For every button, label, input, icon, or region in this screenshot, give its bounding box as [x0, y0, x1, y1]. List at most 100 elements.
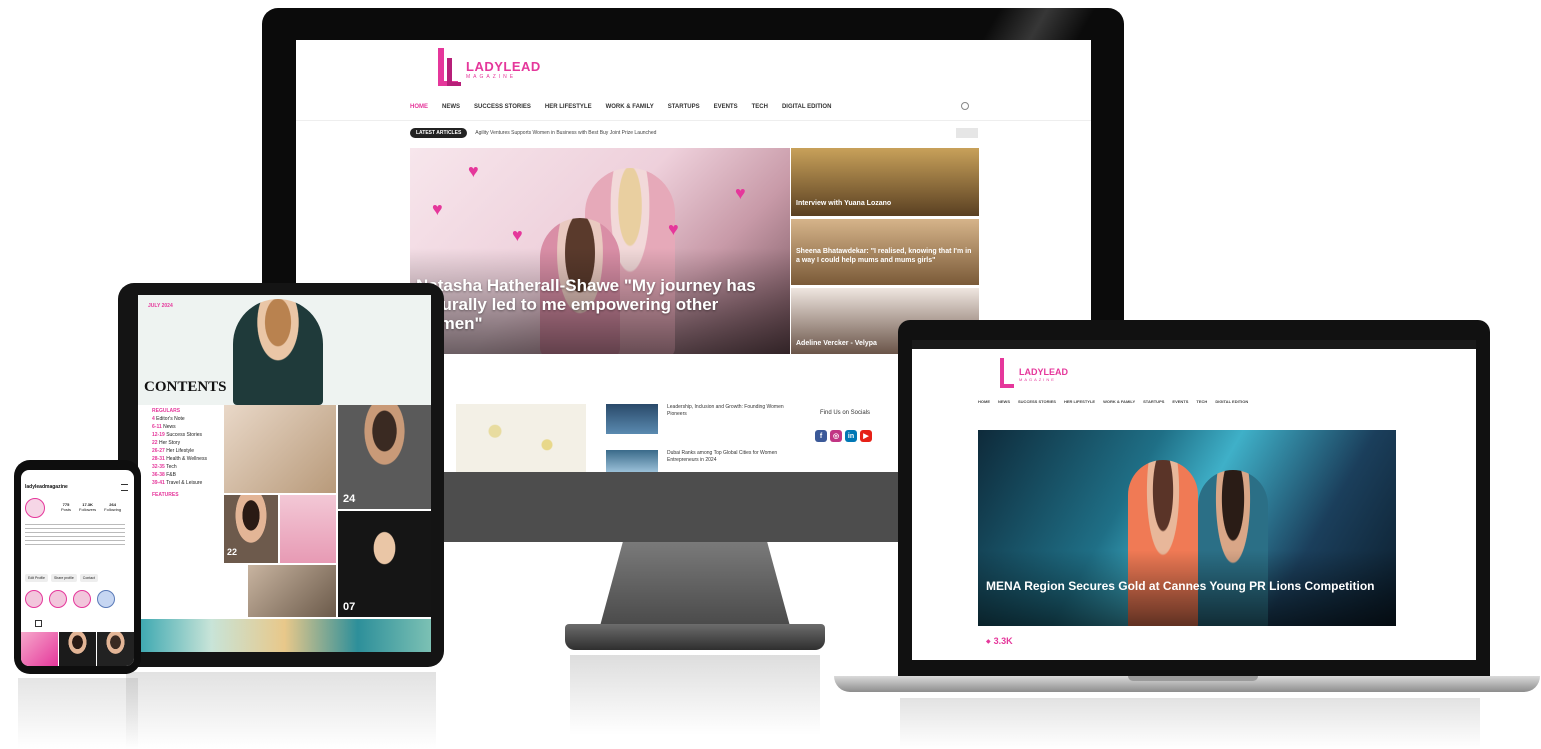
side-card[interactable]: Sheena Bhatawdekar: "I realised, knowing… — [791, 219, 979, 285]
nav-digital-edition[interactable]: DIGITAL EDITION — [782, 104, 831, 110]
laptop-logo[interactable]: LADYLEAD MAGAZINE — [1000, 358, 1068, 388]
toc-item[interactable]: 22 Her Story — [152, 439, 224, 447]
cover-person — [233, 299, 323, 405]
nav-her-lifestyle[interactable]: HER LIFESTYLE — [545, 104, 592, 110]
issue-label: JULY 2024 — [148, 303, 173, 309]
logo-sub: MAGAZINE — [466, 74, 517, 80]
stat-following[interactable]: 264 Following — [104, 502, 121, 512]
toc-section: REGULARS — [152, 408, 181, 414]
ticker-arrows[interactable] — [956, 128, 978, 138]
highlight-circle[interactable] — [97, 590, 115, 608]
toc-item[interactable]: 26-27 Her Lifestyle — [152, 447, 224, 455]
laptop-hero[interactable]: MENA Region Secures Gold at Cannes Young… — [978, 430, 1396, 626]
nav-startups[interactable]: STARTUPS — [1143, 399, 1164, 404]
highlight-circle[interactable] — [73, 590, 91, 608]
page-number: 22 — [227, 547, 238, 557]
facebook-icon[interactable]: f — [815, 430, 827, 442]
nav-startups[interactable]: STARTUPS — [668, 104, 700, 110]
phone-reflection — [18, 678, 138, 749]
hero-article[interactable]: ♥ ♥ ♥ ♥ ♥ Natasha Hatherall-Shawe "My jo… — [410, 148, 790, 354]
toc-photo[interactable] — [224, 405, 336, 493]
youtube-icon[interactable]: ▶ — [860, 430, 872, 442]
monitor-stand-base — [565, 624, 825, 650]
contents-heading: CONTENTS — [144, 379, 227, 395]
menu-icon[interactable] — [121, 484, 128, 491]
share-count: ◆ 3.3K — [986, 636, 1013, 646]
heart-icon: ♥ — [668, 219, 679, 239]
laptop-notch — [1128, 676, 1258, 681]
nav-divider — [296, 120, 1091, 121]
grid-tab-icon[interactable] — [35, 620, 42, 627]
nav-tech[interactable]: TECH — [1196, 399, 1207, 404]
laptop-nav: HOME NEWS SUCCESS STORIES HER LIFESTYLE … — [978, 399, 1248, 404]
social-row: f ◎ in ▶ — [815, 430, 872, 442]
nav-success-stories[interactable]: SUCCESS STORIES — [1018, 399, 1056, 404]
heart-icon: ♥ — [735, 183, 746, 203]
nav-news[interactable]: NEWS — [442, 104, 460, 110]
toc-item[interactable]: 28-31 Health & Wellness — [152, 455, 224, 463]
laptop-reflection — [900, 698, 1480, 749]
article-thumb[interactable] — [606, 450, 658, 472]
toc-photo-strip[interactable] — [138, 619, 431, 652]
nav-events[interactable]: EVENTS — [714, 104, 738, 110]
edit-profile-button[interactable]: Edit Profile — [25, 574, 48, 582]
toc-item[interactable]: 36-38 F&B — [152, 471, 224, 479]
nav-success-stories[interactable]: SUCCESS STORIES — [474, 104, 531, 110]
contact-button[interactable]: Contact — [79, 574, 98, 582]
nav-work-family[interactable]: WORK & FAMILY — [606, 104, 654, 110]
post-thumb[interactable] — [97, 632, 134, 666]
ticker-text[interactable]: Agility Ventures Supports Women in Busin… — [475, 130, 656, 136]
avatar[interactable] — [25, 498, 45, 518]
logo-mark-inner-icon — [447, 58, 461, 86]
toc-item[interactable]: 32-35 Tech — [152, 463, 224, 471]
tablet-reflection — [126, 672, 436, 749]
profile-stats: 775 Posts 17.3K Followers 264 Following — [61, 502, 121, 512]
nav-events[interactable]: EVENTS — [1172, 399, 1188, 404]
stat-followers[interactable]: 17.3K Followers — [79, 502, 96, 512]
nav-news[interactable]: NEWS — [998, 399, 1010, 404]
toc-item[interactable]: 4 Editor's Note — [152, 415, 224, 423]
nav-home[interactable]: HOME — [978, 399, 990, 404]
phone-screen: ladyleadmagazine 775 Posts 17.3K Followers… — [21, 470, 134, 666]
nav-work-family[interactable]: WORK & FAMILY — [1103, 399, 1135, 404]
tablet-screen: JULY 2024 CONTENTS REGULARS 4 Editor's N… — [138, 295, 431, 652]
logo-sub: MAGAZINE — [1019, 377, 1056, 382]
logo-name: LADYLEAD — [466, 59, 541, 74]
search-icon[interactable] — [961, 102, 969, 110]
profile-handle: ladyleadmagazine — [25, 484, 68, 490]
site-logo[interactable]: LADYLEAD MAGAZINE — [438, 48, 541, 88]
hero-title[interactable]: Natasha Hatherall-Shawe "My journey has … — [416, 276, 776, 333]
bio-lines — [25, 524, 125, 546]
nav-her-lifestyle[interactable]: HER LIFESTYLE — [1064, 399, 1095, 404]
side-card[interactable]: Interview with Yuana Lozano — [791, 148, 979, 216]
nav-digital-edition[interactable]: DIGITAL EDITION — [1215, 399, 1248, 404]
post-thumb[interactable] — [21, 632, 58, 666]
monitor-glare — [905, 8, 1124, 42]
article-thumb-large[interactable] — [456, 404, 586, 472]
toc-item[interactable]: 12-19 Success Stories — [152, 431, 224, 439]
toc-photo[interactable] — [248, 565, 336, 617]
side-card-title: Interview with Yuana Lozano — [796, 200, 892, 207]
nav-tech[interactable]: TECH — [752, 104, 768, 110]
toc-item[interactable]: 39-41 Travel & Leisure — [152, 479, 224, 487]
toc-list: REGULARS 4 Editor's Note 6-11 News 12-19… — [152, 407, 224, 499]
toc-item[interactable]: 6-11 News — [152, 423, 224, 431]
highlight-circle[interactable] — [49, 590, 67, 608]
share-profile-button[interactable]: Share profile — [50, 574, 77, 582]
nav-home[interactable]: HOME — [410, 104, 428, 110]
ticker: LATEST ARTICLES Agility Ventures Support… — [410, 128, 656, 138]
article-headline[interactable]: Leadership, Inclusion and Growth: Foundi… — [667, 404, 787, 418]
stat-posts[interactable]: 775 Posts — [61, 502, 71, 512]
instagram-icon[interactable]: ◎ — [830, 430, 842, 442]
share-count-value: 3.3K — [993, 636, 1013, 646]
article-thumb[interactable] — [606, 404, 658, 434]
highlight-circle[interactable] — [25, 590, 43, 608]
article-headline[interactable]: Dubai Ranks among Top Global Cities for … — [667, 450, 787, 464]
post-thumb[interactable] — [59, 632, 96, 666]
heart-icon: ♥ — [432, 199, 443, 219]
linkedin-icon[interactable]: in — [845, 430, 857, 442]
monitor-stand-neck — [600, 542, 790, 626]
toc-photo[interactable] — [280, 495, 336, 563]
laptop-hero-title[interactable]: MENA Region Secures Gold at Cannes Young… — [986, 580, 1386, 593]
share-icon: ◆ — [986, 638, 991, 645]
